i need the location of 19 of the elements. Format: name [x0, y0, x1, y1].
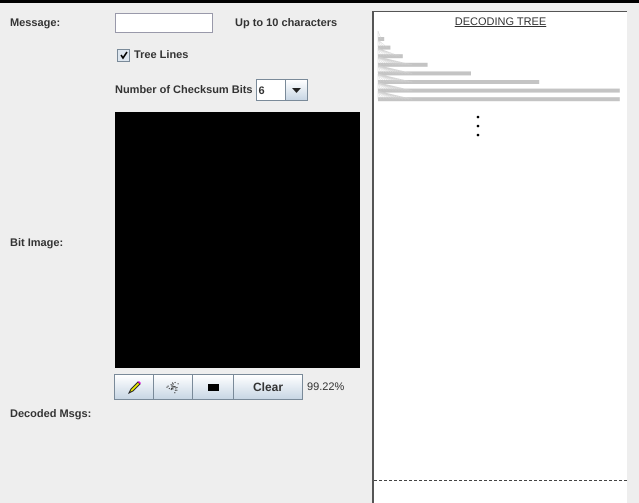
decoded-msgs-label: Decoded Msgs:: [10, 407, 92, 422]
bit-image-label: Bit Image:: [10, 236, 64, 251]
pencil-icon: [126, 380, 142, 394]
clear-button[interactable]: Clear: [233, 374, 303, 400]
checksum-dropdown[interactable]: 6: [256, 79, 308, 101]
hint-text: Up to 10 characters: [235, 16, 338, 31]
pencil-tool-button[interactable]: [114, 374, 154, 400]
spray-icon: [166, 380, 180, 394]
checksum-label: Number of Checksum Bits: [115, 82, 253, 98]
tree-title: DECODING TREE: [454, 15, 546, 30]
message-label: Message:: [10, 16, 60, 31]
tree-lines-label: Tree Lines: [134, 48, 188, 63]
tree-lines-checkbox[interactable]: [117, 48, 130, 62]
caret-icon: [292, 88, 301, 92]
spray-tool-button[interactable]: [153, 374, 193, 400]
ellipsis-icon: [476, 115, 480, 136]
percent-text: 99.22%: [307, 380, 344, 395]
fill-tool-button[interactable]: [192, 374, 234, 400]
message-field[interactable]: [115, 13, 213, 33]
